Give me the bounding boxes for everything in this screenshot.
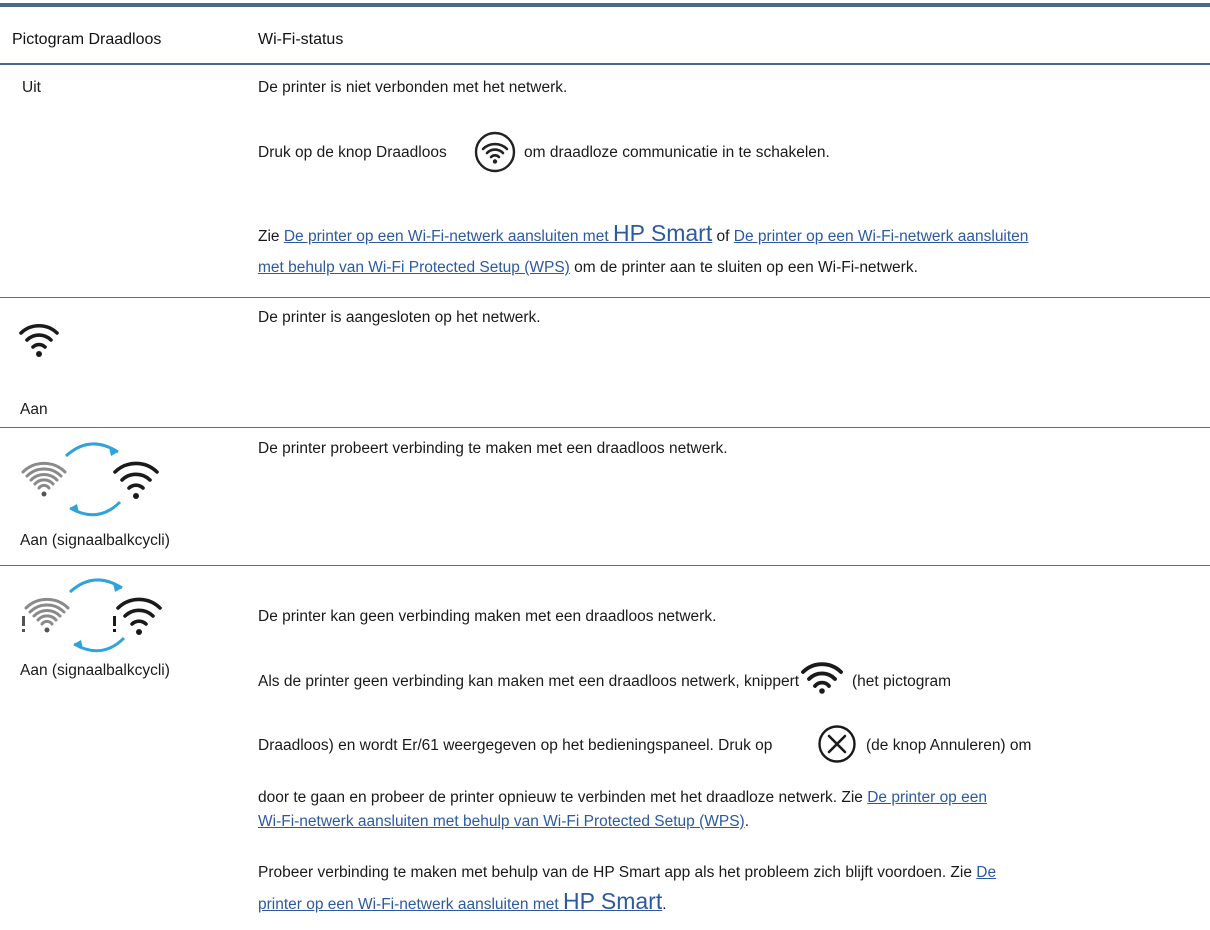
row-status-text: om draadloze communicatie in te schakele… bbox=[524, 144, 830, 161]
row-label-aan: Aan bbox=[20, 401, 48, 418]
link-wps-setup[interactable]: De printer op een bbox=[867, 789, 987, 806]
row-label-cycling: Aan (signaalbalkcycli) bbox=[20, 532, 170, 549]
link-wps-setup[interactable]: De printer op een Wi-Fi-netwerk aansluit… bbox=[734, 228, 1029, 245]
header-status-column: Wi-Fi-status bbox=[258, 31, 344, 48]
row-label-uit: Uit bbox=[22, 79, 41, 96]
table-header-row: Pictogram Draadloos Wi-Fi-status bbox=[0, 7, 1210, 64]
wifi-cycling-error-icon bbox=[18, 568, 168, 668]
row-status-text: Als de printer geen verbinding kan maken… bbox=[258, 673, 800, 690]
row-status-text: De printer is aangesloten op het netwerk… bbox=[258, 309, 541, 326]
cancel-button-icon bbox=[817, 724, 857, 769]
wireless-button-icon bbox=[474, 131, 516, 178]
row-divider bbox=[0, 565, 1210, 566]
link-hp-smart-setup[interactable]: De printer op een Wi-Fi-netwerk aansluit… bbox=[284, 220, 712, 246]
row-divider bbox=[0, 427, 1210, 428]
row-status-text: met behulp van Wi-Fi Protected Setup (WP… bbox=[258, 259, 918, 276]
link-hp-smart-setup-cont[interactable]: printer op een Wi-Fi-netwerk aansluiten … bbox=[258, 888, 662, 914]
link-wps-setup-cont[interactable]: met behulp van Wi-Fi Protected Setup (WP… bbox=[258, 259, 570, 276]
row-status-text: De printer is niet verbonden met het net… bbox=[258, 79, 568, 96]
row-status-text: De printer kan geen verbinding maken met… bbox=[258, 608, 717, 625]
wifi-cycling-icon bbox=[18, 432, 168, 532]
header-rule bbox=[0, 63, 1210, 65]
row-status-text: Wi-Fi-netwerk aansluiten met behulp van … bbox=[258, 813, 750, 830]
wifi-icon bbox=[18, 318, 60, 365]
row-status-text: printer op een Wi-Fi-netwerk aansluiten … bbox=[258, 888, 667, 914]
row-status-text: door te gaan en probeer de printer opnie… bbox=[258, 789, 987, 806]
row-divider bbox=[0, 297, 1210, 298]
row-status-text: Zie De printer op een Wi-Fi-netwerk aans… bbox=[258, 220, 1029, 246]
row-label-cycling-error: Aan (signaalbalkcycli) bbox=[20, 662, 170, 679]
link-hp-smart-setup[interactable]: De bbox=[976, 864, 996, 881]
header-icon-column: Pictogram Draadloos bbox=[12, 31, 162, 48]
row-status-text: (het pictogram bbox=[852, 673, 952, 690]
row-status-text: De printer probeert verbinding te maken … bbox=[258, 440, 728, 457]
row-status-text: (de knop Annuleren) om bbox=[866, 737, 1032, 754]
row-status-text: Druk op de knop Draadloos bbox=[258, 144, 447, 161]
row-status-text: Probeer verbinding te maken met behulp v… bbox=[258, 864, 997, 881]
link-wps-setup-cont[interactable]: Wi-Fi-netwerk aansluiten met behulp van … bbox=[258, 813, 745, 830]
row-status-text: Draadloos) en wordt Er/61 weergegeven op… bbox=[258, 737, 773, 754]
wifi-icon bbox=[800, 660, 844, 699]
